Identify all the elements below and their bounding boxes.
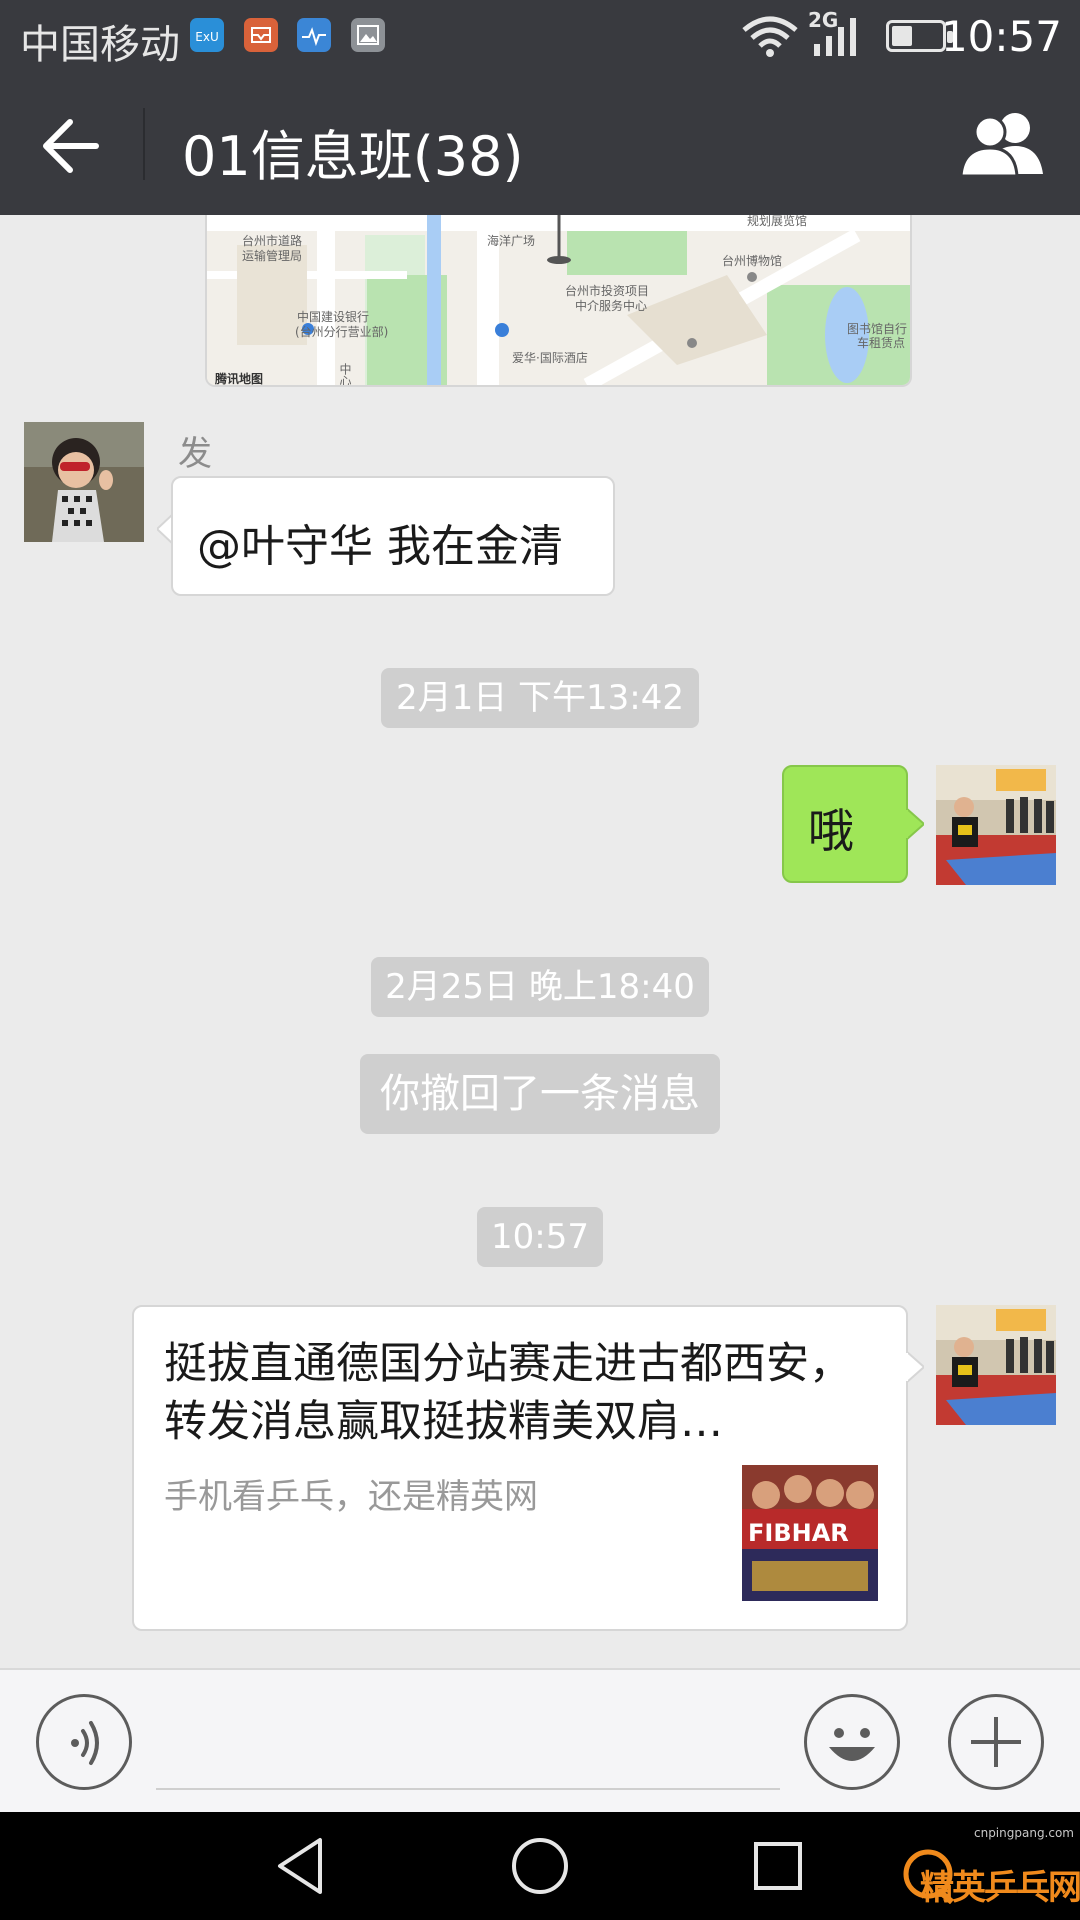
map-label: (台州分行营业部) [295,324,388,339]
map-image: 台州市道路 运输管理局 海洋广场 规划展览馆 台州博物馆 台州市投资项目 中介服… [207,215,910,385]
avatar-photo [936,765,1056,885]
map-label: 运输管理局 [242,248,302,263]
map-label: 图书馆自行 [847,321,907,336]
message-bubble-received[interactable]: @叶守华 我在金清 [157,476,615,596]
map-label: 台州市道路 [242,233,302,248]
battery-icon [886,20,953,52]
chat-title: 01信息班(38) [182,125,524,188]
title-bar: 01信息班(38) [0,72,1080,215]
link-thumbnail: FIBHAR [742,1465,878,1601]
signal-icon [812,14,860,60]
message-text: @叶守华 我在金清 [197,521,563,572]
system-nav-bar: cnpingpang.com 精英乒乓网 [0,1812,1080,1920]
status-bar: 中国移动 ExU 2G 10:57 [0,0,1080,72]
avatar-photo [936,1305,1056,1425]
link-description: 手机看乒乓，还是精英网 [164,1477,538,1517]
map-label: 规划展览馆 [747,215,807,228]
health-icon [297,18,331,52]
back-button[interactable] [30,106,110,186]
bubble-tail [906,808,924,840]
group-members-button[interactable] [955,104,1051,184]
carrier-name: 中国移动 [20,22,180,68]
timestamp-pill: 10:57 [477,1207,603,1267]
timestamp-pill: 2月1日 下午13:42 [381,668,699,728]
map-brand: 腾讯地图 [214,371,263,385]
map-label: 中国建设银行 [297,309,369,324]
timestamp-pill: 2月25日 晚上18:40 [371,957,709,1017]
map-label: 爱华·国际酒店 [512,351,588,365]
map-label: 车租赁点 [857,335,905,350]
group-members-icon [959,113,1043,178]
wifi-icon [740,14,800,62]
watermark-text: 精英乒乓网 [920,1868,1080,1908]
message-text: 哦 [808,804,854,858]
back-arrow-icon [43,119,99,173]
map-label: 中介服务中心 [575,298,647,313]
emoji-button[interactable] [804,1694,900,1790]
message-bubble-sent[interactable]: 哦 [782,765,924,883]
input-bar [0,1668,1080,1812]
mail-icon [244,18,278,52]
watermark-url: cnpingpang.com [973,1826,1074,1840]
voice-icon [71,1721,99,1765]
plus-icon [971,1717,1021,1767]
voice-button[interactable] [36,1694,132,1790]
nav-home-icon [512,1838,568,1894]
app-blue-icon: ExU [190,18,224,52]
watermark: cnpingpang.com 精英乒乓网 [898,1826,1080,1916]
link-card[interactable]: 挺拔直通德国分站赛走进古都西安，转发消息赢取挺拔精美双肩… 手机看乒乓，还是精英… [132,1305,924,1631]
thumbnail-brand: FIBHAR [748,1519,849,1547]
gallery-icon [351,18,385,52]
status-time: 10:57 [940,12,1062,61]
map-preview[interactable]: 台州市道路 运输管理局 海洋广场 规划展览馆 台州博物馆 台州市投资项目 中介服… [205,215,912,387]
map-label: 台州博物馆 [722,253,782,268]
nav-recents-button[interactable] [746,1834,810,1898]
nav-recents-icon [754,1842,802,1890]
emoji-icon [829,1728,875,1761]
svg-text:ExU: ExU [195,30,218,44]
avatar-photo [24,422,144,542]
sender-name: 发 [178,434,212,474]
message-input[interactable] [156,1788,780,1790]
sender-avatar[interactable] [24,422,144,542]
map-label: 海洋广场 [487,233,535,248]
more-button[interactable] [948,1694,1044,1790]
bubble-tail [906,1351,924,1383]
nav-back-icon [278,1838,322,1894]
map-label: 中心大 [338,362,352,385]
my-avatar[interactable] [936,1305,1056,1425]
link-title: 挺拔直通德国分站赛走进古都西安，转发消息赢取挺拔精美双肩… [164,1339,852,1447]
nav-back-button[interactable] [270,1834,334,1898]
title-divider [143,108,145,180]
recall-notice: 你撤回了一条消息 [360,1054,720,1134]
nav-home-button[interactable] [508,1834,572,1898]
map-label: 台州市投资项目 [565,283,649,298]
my-avatar[interactable] [936,765,1056,885]
